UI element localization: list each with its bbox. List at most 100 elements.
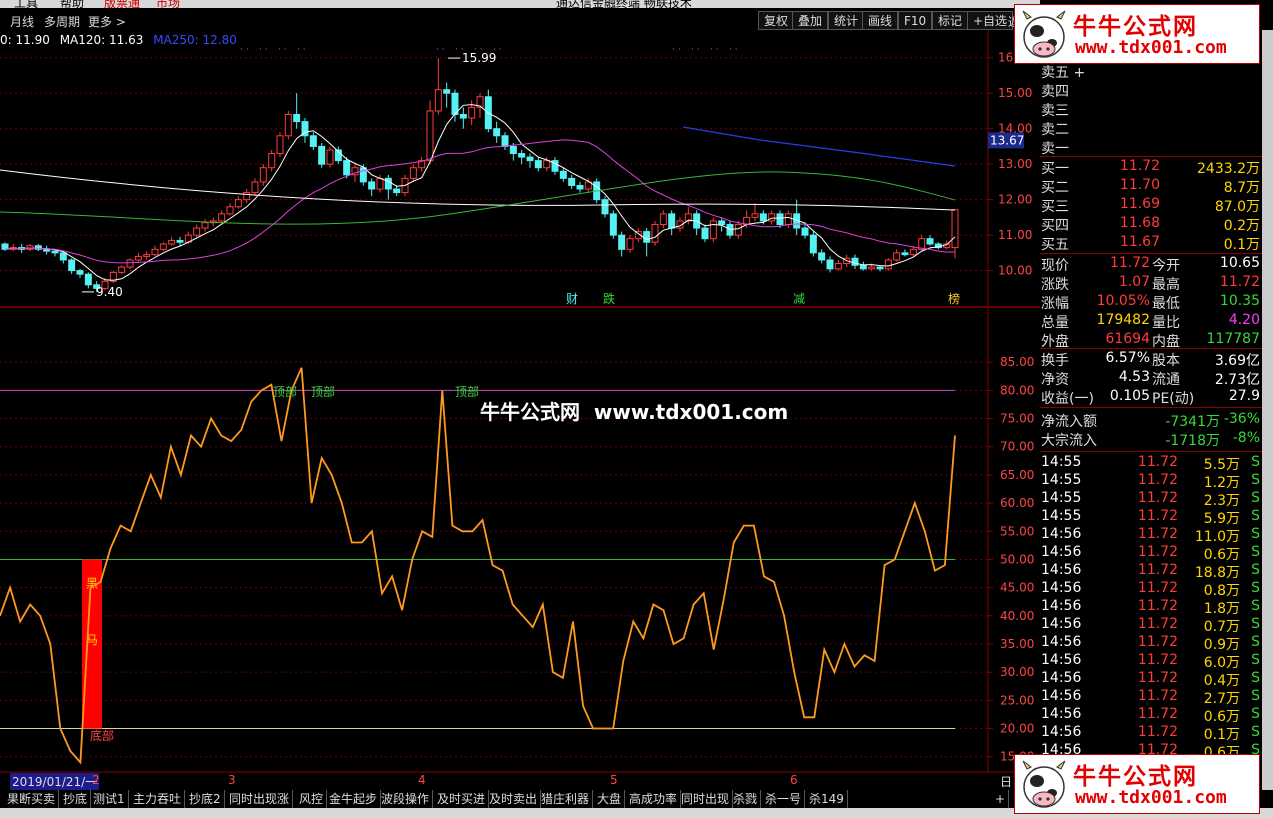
stats-button[interactable]: 统计 — [828, 11, 865, 30]
ask-row: 卖三 — [1040, 100, 1262, 119]
tick-side: S — [1251, 490, 1260, 506]
indicator-tab[interactable]: 同时出现涨 — [226, 790, 294, 808]
tick-price: 11.72 — [1137, 544, 1178, 560]
fund-value: 3.69亿 — [1214, 353, 1260, 369]
candle-body — [534, 160, 542, 169]
indicator-tab[interactable]: 及时买进 — [434, 790, 490, 808]
overlay-button[interactable]: 叠加 — [792, 11, 829, 30]
candle-body — [159, 243, 167, 250]
tick-side: S — [1251, 688, 1260, 704]
indicator-tab[interactable]: 波段操作 — [378, 790, 434, 808]
tick-time: 14:56 — [1041, 688, 1082, 704]
candle-body — [318, 145, 326, 165]
quote-value: 11.72 — [1219, 274, 1260, 290]
indicator-tabs: 果断买卖 抄底 测试1 主力吞吐 抄底2 同时出现涨 风控 金牛起步 波段操作 及时买进 及时卖出猎… — [0, 790, 1040, 808]
price-tick-label: 13.00 — [998, 157, 1032, 171]
tick-volume: 2.3万 — [1203, 493, 1240, 509]
tick-time: 14:56 — [1041, 598, 1082, 614]
indicator-tab[interactable]: 杀149 — [806, 790, 848, 808]
tick-row: 14:56 11.72 1.8万 S — [1040, 598, 1262, 617]
top-label: 顶部 — [311, 384, 335, 399]
indicator-tab[interactable]: 金牛起步 — [326, 790, 382, 808]
candle-body — [509, 145, 517, 155]
panel-separator — [1040, 407, 1262, 408]
menu-version[interactable]: 版票通 — [104, 0, 140, 8]
more-menu[interactable]: 更多 > — [88, 13, 126, 30]
quote-value: 61694 — [1105, 331, 1150, 347]
tick-side: S — [1251, 454, 1260, 470]
tick-time: 14:56 — [1041, 562, 1082, 578]
menu-market[interactable]: 市场 — [156, 0, 180, 8]
candle-body — [243, 192, 251, 201]
right-scrollbar[interactable] — [1262, 30, 1273, 790]
tick-side: S — [1251, 670, 1260, 686]
tick-side: S — [1251, 526, 1260, 542]
indicator-tab[interactable]: 抄底 — [60, 790, 92, 808]
candle-body — [126, 259, 134, 268]
mark-button[interactable]: 标记 — [932, 11, 969, 30]
candle-body — [701, 227, 709, 240]
tick-price: 11.72 — [1137, 598, 1178, 614]
tick-time: 14:56 — [1041, 670, 1082, 686]
restore-rights-button[interactable]: 复权 — [758, 11, 795, 30]
candle-body — [443, 89, 451, 94]
window-title: 通达信金融终端 畅联技术 — [556, 0, 692, 8]
osc-tick-label: 30.00 — [1000, 665, 1034, 679]
fund-label: 换手 — [1041, 353, 1069, 369]
top-dot-marker: · · — [259, 45, 268, 55]
period-monthly[interactable]: 月线 — [10, 13, 34, 30]
ma120-legend: MA120: 11.63 — [59, 33, 144, 47]
time-axis: 2019/01/21/一 2 3 4 5 6 日线 — [0, 773, 1012, 806]
quote-row: 涨跌 1.07 最高 11.72 — [1040, 274, 1262, 293]
draw-line-button[interactable]: 画线 — [862, 11, 899, 30]
indicator-tab[interactable]: 大盘 — [594, 790, 626, 808]
candle-body — [643, 231, 651, 243]
indicator-tab[interactable]: 高成功率 — [626, 790, 682, 808]
bid-level-label: 买三 — [1041, 199, 1069, 215]
candle-body — [868, 266, 876, 270]
bid-row: 买五 11.67 0.1万 — [1040, 234, 1262, 253]
osc-tick-label: 35.00 — [1000, 637, 1034, 651]
quote-label: 今开 — [1152, 258, 1180, 274]
top-dot-marker: · · — [672, 45, 681, 55]
indicator-tab[interactable]: + — [992, 790, 1010, 808]
bid-volume: 87.0万 — [1214, 199, 1260, 215]
indicator-tab[interactable]: 及时卖出 — [486, 790, 542, 808]
candle-body — [651, 223, 659, 243]
fund-value: 2.73亿 — [1214, 372, 1260, 388]
menu-help[interactable]: 帮助 — [60, 0, 84, 8]
indicator-tab[interactable]: 测试1 — [90, 790, 129, 808]
fund-label: PE(动) — [1152, 391, 1195, 407]
time-label: 2 — [92, 773, 100, 787]
ma5-line — [4, 104, 956, 281]
indicator-tab[interactable]: 杀戮 — [730, 790, 762, 808]
signal-marker: 榜 — [948, 291, 960, 306]
tick-volume: 6.0万 — [1203, 655, 1240, 671]
candle-body — [426, 110, 434, 162]
indicator-tab[interactable]: 杀一号 — [762, 790, 806, 808]
quote-panel: 卖五 + 卖四 卖三 卖二 卖一 买一 11.72 2433.2万 买二 11.70 8.7万 买三 1… — [1040, 62, 1262, 762]
menu-tools[interactable]: 工具 — [14, 0, 38, 8]
tick-row: 14:55 11.72 5.5万 S — [1040, 454, 1262, 473]
multi-period[interactable]: 多周期 — [44, 13, 80, 30]
osc-tick-label: 25.00 — [1000, 693, 1034, 707]
indicator-tab[interactable]: 猎庄利器 — [538, 790, 594, 808]
price-tick-label: 15.00 — [998, 86, 1032, 100]
indicator-tab[interactable]: 同时出现 — [678, 790, 734, 808]
add-watchlist-button[interactable]: +自选 — [967, 11, 1014, 30]
candle-body — [718, 220, 726, 225]
bottom-label: 底部 — [90, 728, 114, 743]
tick-row: 14:56 11.72 0.6万 S — [1040, 706, 1262, 725]
price-tick-label: 12.00 — [998, 193, 1032, 207]
quote-label: 现价 — [1041, 258, 1069, 274]
indicator-tab[interactable]: 风控 — [296, 790, 328, 808]
f10-button[interactable]: F10 — [898, 11, 933, 30]
ma250-line — [682, 126, 956, 167]
logo-url: www.tdx001.com — [1075, 37, 1227, 58]
indicator-tab[interactable]: 抄底2 — [186, 790, 225, 808]
indicator-tab[interactable]: 果断买卖 — [4, 790, 60, 808]
ask-level-label: 卖五 + — [1041, 65, 1086, 81]
time-cursor-label: 2019/01/21/一 — [10, 773, 100, 790]
indicator-tab[interactable]: 主力吞吐 — [130, 790, 186, 808]
osc-tick-label: 80.00 — [1000, 383, 1034, 397]
